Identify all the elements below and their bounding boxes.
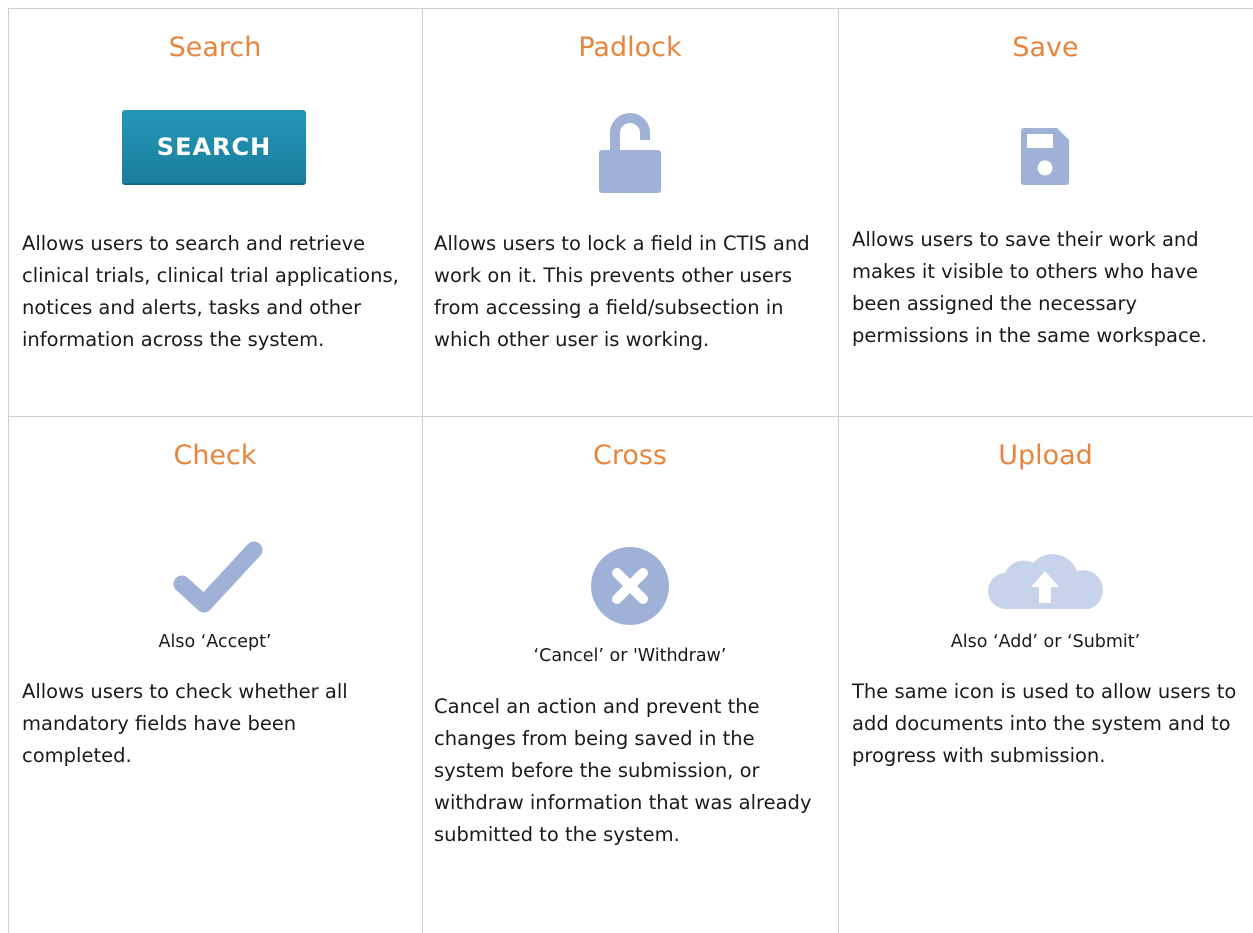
cell-upload: Upload Also ‘Add’ or ‘Submit’ The same i… (838, 416, 1253, 933)
cell-description: Cancel an action and prevent the changes… (434, 695, 812, 846)
cell-title: Check (173, 440, 257, 471)
cell-title: Save (1012, 32, 1079, 63)
cell-search: Search SEARCH Allows users to search and… (8, 8, 422, 416)
icon-reference-table: Search SEARCH Allows users to search and… (0, 0, 1253, 933)
cell-subtitle: Also ‘Accept’ (158, 632, 272, 652)
cell-title: Upload (998, 440, 1093, 471)
padlock-open-icon (595, 108, 665, 193)
cell-description: Allows users to check whether all mandat… (22, 680, 348, 767)
cell-description: Allows users to search and retrieve clin… (22, 232, 399, 351)
cell-title: Search (168, 32, 262, 63)
checkmark-icon (166, 536, 266, 616)
cell-subtitle: ‘Cancel’ or 'Withdraw’ (533, 646, 727, 666)
cell-save: Save Allows users to save their work and… (838, 8, 1253, 416)
cell-title: Cross (592, 440, 667, 471)
cell-title: Padlock (578, 32, 682, 63)
cell-check: Check Also ‘Accept’ Allows users to chec… (8, 416, 422, 933)
cell-description: Allows users to save their work and make… (852, 228, 1207, 347)
cell-subtitle: Also ‘Add’ or ‘Submit’ (950, 632, 1141, 652)
cell-padlock: Padlock Allows users to lock a field in … (422, 8, 838, 416)
floppy-disk-icon (1021, 128, 1069, 185)
search-button[interactable]: SEARCH (122, 110, 306, 185)
cell-description: Allows users to lock a field in CTIS and… (434, 232, 810, 351)
cross-circle-icon (590, 546, 670, 626)
cell-cross: Cross ‘Cancel’ or 'Withdraw’ Cancel an a… (422, 416, 838, 933)
cell-description: The same icon is used to allow users to … (852, 680, 1237, 767)
cloud-upload-icon (985, 551, 1105, 611)
